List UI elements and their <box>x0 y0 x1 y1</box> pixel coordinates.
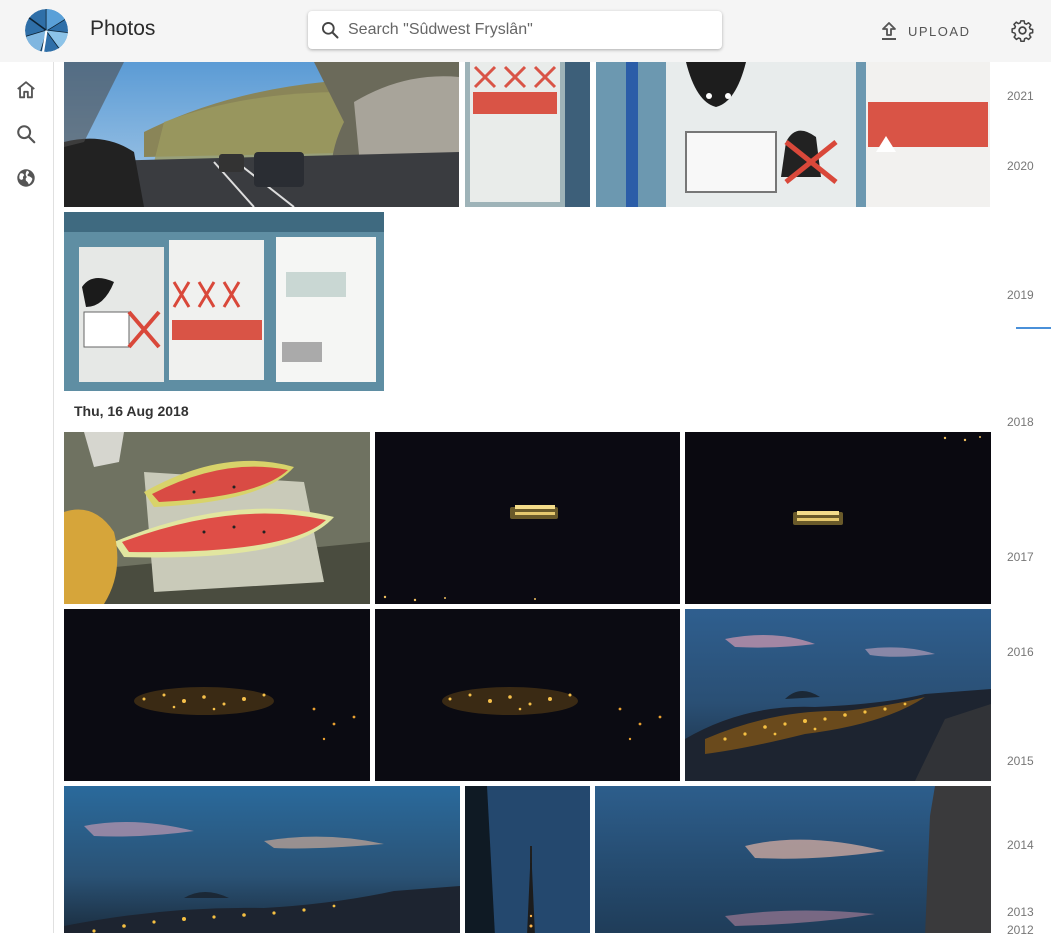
search-icon <box>322 22 339 39</box>
timeline-scrubber[interactable]: 2021 2020 2019 2018 2017 2016 2015 2014 … <box>996 62 1051 937</box>
photo-thumbnail[interactable] <box>375 609 680 781</box>
timeline-year[interactable]: 2012 <box>1007 923 1034 937</box>
upload-icon <box>882 22 896 40</box>
timeline-year[interactable]: 2018 <box>1007 415 1034 429</box>
home-icon[interactable] <box>15 79 37 101</box>
search-input[interactable] <box>348 11 708 49</box>
photo-thumbnail[interactable] <box>465 786 590 933</box>
upload-button[interactable]: UPLOAD <box>880 16 970 46</box>
photo-thumbnail[interactable] <box>595 786 991 933</box>
photo-thumbnail[interactable] <box>64 432 370 604</box>
timeline-year[interactable]: 2014 <box>1007 838 1034 852</box>
timeline-year[interactable]: 2013 <box>1007 905 1034 919</box>
top-bar: Photos UPLOAD <box>0 0 1051 62</box>
photo-thumbnail[interactable] <box>64 786 460 933</box>
photo-thumbnail[interactable] <box>596 62 990 207</box>
search-bar[interactable] <box>308 11 722 49</box>
sidebar <box>0 62 54 933</box>
timeline-year[interactable]: 2017 <box>1007 550 1034 564</box>
photo-thumbnail[interactable] <box>64 212 384 391</box>
timeline-year[interactable]: 2016 <box>1007 645 1034 659</box>
date-heading: Thu, 16 Aug 2018 <box>74 403 189 419</box>
app-logo[interactable] <box>25 9 68 52</box>
settings-gear-icon[interactable] <box>1011 19 1034 42</box>
timeline-year[interactable]: 2020 <box>1007 159 1034 173</box>
search-nav-icon[interactable] <box>15 123 37 145</box>
photo-thumbnail[interactable] <box>685 609 991 781</box>
photo-thumbnail[interactable] <box>64 609 370 781</box>
timeline-year[interactable]: 2021 <box>1007 89 1034 103</box>
photo-thumbnail[interactable] <box>465 62 590 207</box>
app-title: Photos <box>90 17 156 40</box>
timeline-year[interactable]: 2015 <box>1007 754 1034 768</box>
timeline-position-marker <box>1016 327 1051 329</box>
upload-label: UPLOAD <box>908 23 971 39</box>
globe-icon[interactable] <box>15 167 37 189</box>
timeline-year[interactable]: 2019 <box>1007 288 1034 302</box>
photo-thumbnail[interactable] <box>685 432 991 604</box>
photo-grid: Thu, 16 Aug 2018 <box>54 62 996 933</box>
photo-thumbnail[interactable] <box>64 62 459 207</box>
photo-thumbnail[interactable] <box>375 432 680 604</box>
